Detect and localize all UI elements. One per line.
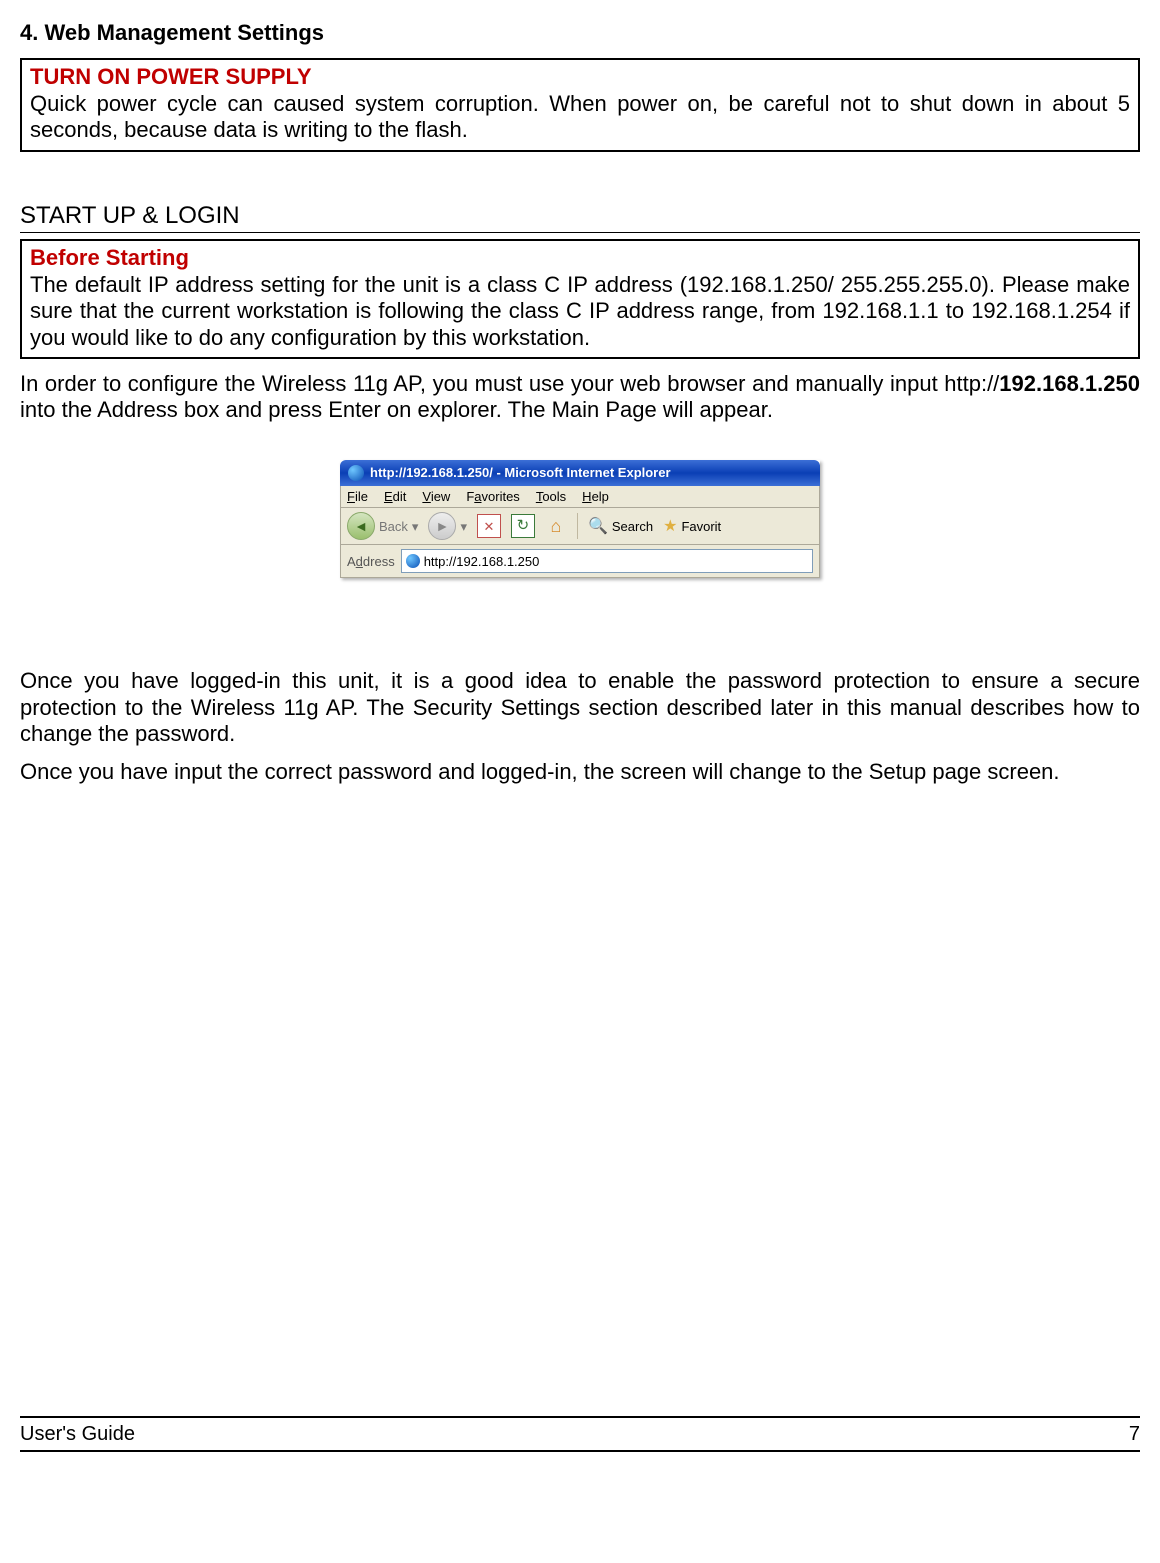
box2-title: Before Starting xyxy=(30,245,1130,271)
ie-toolbar: ◄ Back ▾ ► ▾ ✕ ↻ ⌂ 🔍 Search ★ Favorit xyxy=(340,508,820,545)
refresh-button[interactable]: ↻ xyxy=(511,514,535,538)
ie-logo-icon xyxy=(348,465,364,481)
ie-title-text: http://192.168.1.250/ - Microsoft Intern… xyxy=(370,465,671,481)
subsection-heading: START UP & LOGIN xyxy=(20,202,1140,234)
ie-menubar[interactable]: File Edit View Favorites Tools Help xyxy=(340,486,820,509)
para1-pre: In order to configure the Wireless 11g A… xyxy=(20,371,999,396)
page-icon xyxy=(406,554,420,568)
menu-help[interactable]: Help xyxy=(582,489,609,505)
dropdown-icon: ▾ xyxy=(460,519,467,535)
menu-edit[interactable]: Edit xyxy=(384,489,406,505)
warning-box-power: TURN ON POWER SUPPLY Quick power cycle c… xyxy=(20,58,1140,151)
page-footer: User's Guide 7 xyxy=(20,1416,1140,1452)
search-label: Search xyxy=(612,519,653,535)
box2-body: The default IP address setting for the u… xyxy=(30,272,1130,351)
toolbar-separator xyxy=(577,513,578,539)
ie-address-bar: Address http://192.168.1.250 xyxy=(340,545,820,578)
browser-screenshot: http://192.168.1.250/ - Microsoft Intern… xyxy=(20,460,1140,579)
search-icon: 🔍 xyxy=(588,517,608,536)
footer-page-number: 7 xyxy=(1129,1422,1140,1446)
menu-file[interactable]: File xyxy=(347,489,368,505)
menu-favorites[interactable]: Favorites xyxy=(466,489,519,505)
section-title: Web Management Settings xyxy=(44,20,324,45)
forward-icon: ► xyxy=(428,512,456,540)
warning-box-before-starting: Before Starting The default IP address s… xyxy=(20,239,1140,359)
address-value: http://192.168.1.250 xyxy=(424,554,540,570)
menu-tools[interactable]: Tools xyxy=(536,489,566,505)
menu-view[interactable]: View xyxy=(422,489,450,505)
box1-title: TURN ON POWER SUPPLY xyxy=(30,64,1130,90)
search-button[interactable]: 🔍 Search xyxy=(588,517,653,536)
section-number: 4. xyxy=(20,20,38,45)
forward-button[interactable]: ► ▾ xyxy=(428,512,467,540)
home-button[interactable]: ⌂ xyxy=(545,515,567,537)
paragraph-password-protection: Once you have logged-in this unit, it is… xyxy=(20,668,1140,747)
section-heading: 4. Web Management Settings xyxy=(20,20,1140,46)
address-input[interactable]: http://192.168.1.250 xyxy=(401,549,813,573)
favorites-label: Favorit xyxy=(681,519,721,535)
paragraph-setup-page: Once you have input the correct password… xyxy=(20,759,1140,785)
ie-titlebar: http://192.168.1.250/ - Microsoft Intern… xyxy=(340,460,820,486)
box1-body: Quick power cycle can caused system corr… xyxy=(30,91,1130,144)
address-label: Address xyxy=(347,554,395,570)
dropdown-icon: ▾ xyxy=(412,519,419,535)
back-icon: ◄ xyxy=(347,512,375,540)
para1-bold: 192.168.1.250 xyxy=(999,371,1140,396)
favorites-button[interactable]: ★ Favorit xyxy=(663,517,721,536)
back-button[interactable]: ◄ Back ▾ xyxy=(347,512,418,540)
star-icon: ★ xyxy=(663,517,677,536)
ie-window: http://192.168.1.250/ - Microsoft Intern… xyxy=(340,460,820,579)
paragraph-config: In order to configure the Wireless 11g A… xyxy=(20,371,1140,424)
back-label: Back xyxy=(379,519,408,535)
stop-button[interactable]: ✕ xyxy=(477,514,501,538)
para1-post: into the Address box and press Enter on … xyxy=(20,397,773,422)
footer-left: User's Guide xyxy=(20,1422,135,1446)
